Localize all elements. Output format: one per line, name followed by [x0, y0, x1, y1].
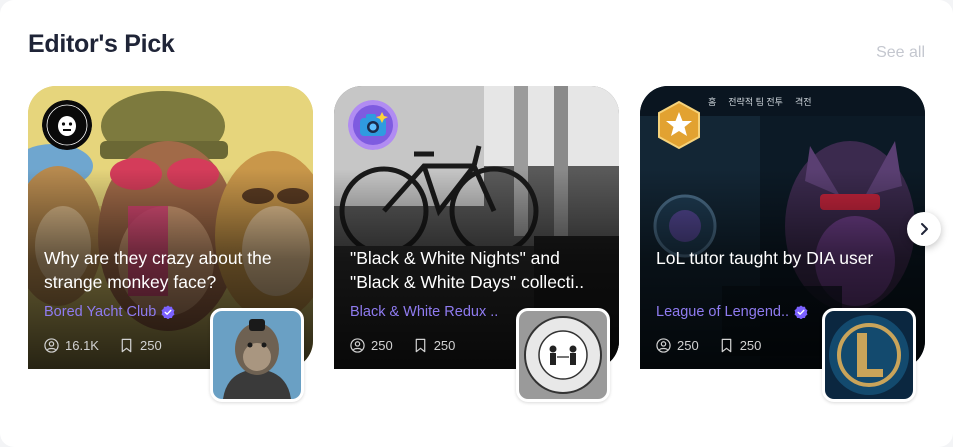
- game-nav-item: 격전: [794, 97, 812, 107]
- chevron-right-icon: [921, 223, 928, 235]
- bookmark-icon: [121, 338, 132, 353]
- nft-thumbnail[interactable]: [516, 308, 610, 402]
- views-count: 16.1K: [65, 338, 99, 353]
- nft-thumbnail[interactable]: [210, 308, 304, 402]
- person-circle-icon: [656, 338, 671, 353]
- game-top-nav: 홈 전략적 팀 전투 격전: [708, 95, 812, 108]
- person-circle-icon: [44, 338, 59, 353]
- ape-thumbnail-image: [213, 311, 301, 399]
- collection-link[interactable]: Black & White Redux ..: [350, 304, 498, 320]
- star-rank-badge-icon: [658, 100, 700, 150]
- bookmark-icon: [721, 338, 732, 353]
- bookmarks-count: 250: [139, 338, 162, 353]
- card-stats: 250 250: [350, 338, 455, 353]
- card-stats: 250 250: [656, 338, 761, 353]
- verified-badge-icon: [161, 305, 175, 319]
- views-count: 250: [677, 338, 699, 353]
- league-logo-icon: [825, 311, 913, 399]
- views-stat: 250: [350, 338, 393, 353]
- bookmarks-count: 250: [739, 338, 762, 353]
- bookmarks-stat: 250: [119, 338, 162, 353]
- see-all-link[interactable]: See all: [876, 44, 925, 62]
- game-nav-item: 홈: [708, 97, 717, 107]
- collection-name: League of Lengend..: [656, 304, 790, 320]
- collection-link[interactable]: Bored Yacht Club: [44, 304, 175, 320]
- card-stats: 16.1K 250: [44, 338, 162, 353]
- collection-link[interactable]: League of Lengend..: [656, 304, 808, 320]
- card-title: "Black & White Nights" and "Black & Whit…: [350, 248, 585, 292]
- camera-emoji-icon: [348, 100, 398, 150]
- bookmark-icon: [415, 338, 426, 353]
- collection-name: Bored Yacht Club: [44, 304, 157, 320]
- card-title: Why are they crazy about the strange mon…: [44, 248, 272, 292]
- section-title: Editor's Pick: [28, 30, 175, 58]
- bookmarks-count: 250: [433, 338, 456, 353]
- game-nav-item: 전략적 팀 전투: [728, 97, 783, 107]
- views-count: 250: [371, 338, 393, 353]
- bookmarks-stat: 250: [413, 338, 456, 353]
- bookmarks-stat: 250: [719, 338, 762, 353]
- card-title: LoL tutor taught by DIA user: [656, 248, 874, 268]
- bayc-logo-icon: [42, 100, 92, 150]
- views-stat: 16.1K: [44, 338, 99, 353]
- editors-pick-panel: Editor's Pick See all Why are they crazy…: [0, 0, 953, 447]
- person-circle-icon: [350, 338, 365, 353]
- collection-name: Black & White Redux ..: [350, 304, 499, 320]
- nft-thumbnail[interactable]: [822, 308, 916, 402]
- views-stat: 250: [656, 338, 699, 353]
- social-distance-sticker-image: [519, 311, 607, 399]
- verified-badge-icon: [794, 305, 808, 319]
- carousel-next-button[interactable]: [907, 212, 941, 246]
